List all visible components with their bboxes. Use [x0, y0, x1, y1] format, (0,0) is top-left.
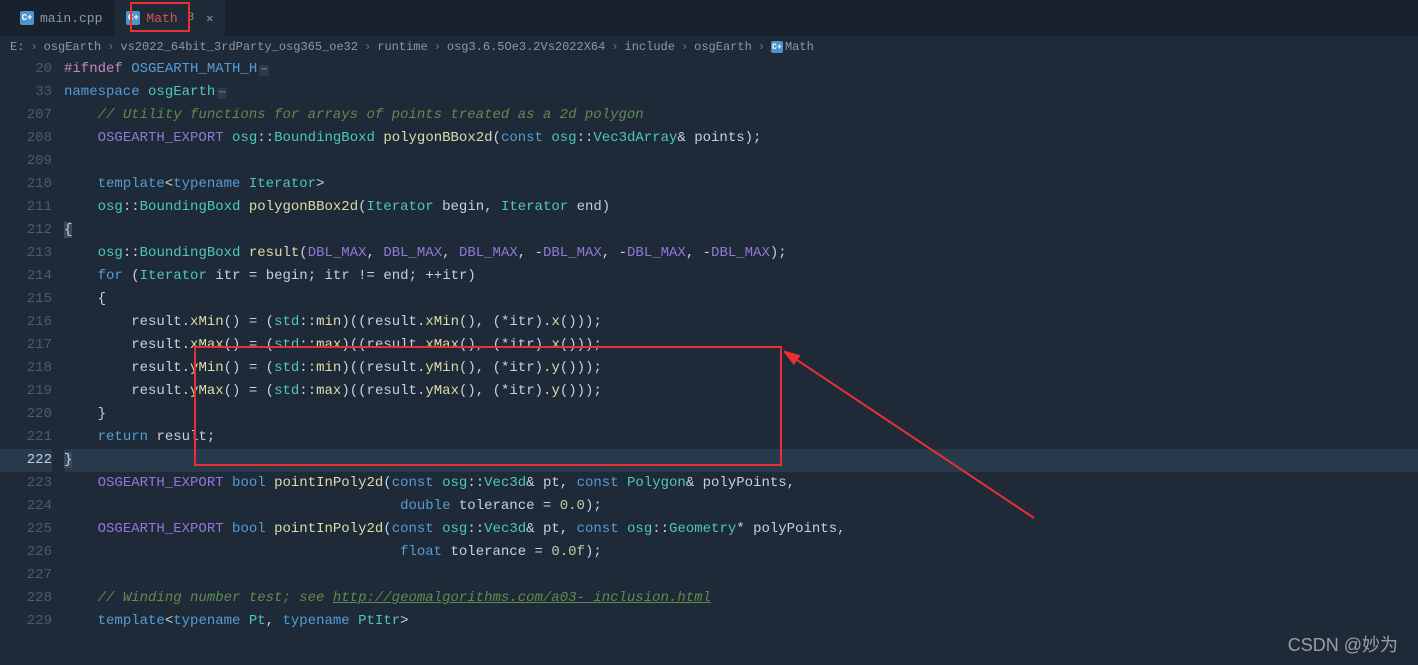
code-content[interactable]: #ifndef OSGEARTH_MATH_H⋯ namespace osgEa… [64, 58, 1418, 665]
line-number-gutter: 20 33 207 208 209 210 211 212 213 214 21… [0, 58, 64, 665]
breadcrumb: E:› osgEarth› vs2022_64bit_3rdParty_osg3… [0, 36, 1418, 58]
tab-main-cpp[interactable]: C+ main.cpp [8, 0, 114, 36]
fold-indicator[interactable]: ⋯ [259, 65, 269, 76]
code-editor[interactable]: 20 33 207 208 209 210 211 212 213 214 21… [0, 58, 1418, 665]
tab-label: main.cpp [40, 11, 102, 26]
crumb[interactable]: include [625, 40, 675, 54]
cpp-file-icon: C+ [126, 11, 140, 25]
watermark: CSDN @妙为 [1288, 631, 1398, 657]
tab-bar: C+ main.cpp C+ Math 3 ✕ [0, 0, 1418, 36]
crumb[interactable]: E: [10, 40, 24, 54]
crumb[interactable]: osgEarth [694, 40, 752, 54]
crumb[interactable]: osgEarth [44, 40, 102, 54]
fold-indicator[interactable]: ⋯ [217, 88, 227, 99]
tab-error-badge: 3 [188, 12, 195, 24]
tab-math[interactable]: C+ Math 3 ✕ [114, 0, 225, 36]
crumb[interactable]: osg3.6.5Oe3.2Vs2022X64 [447, 40, 605, 54]
crumb[interactable]: vs2022_64bit_3rdParty_osg365_oe32 [120, 40, 358, 54]
close-icon[interactable]: ✕ [206, 11, 213, 26]
crumb[interactable]: Math [785, 40, 814, 54]
tab-label: Math [146, 11, 177, 26]
cpp-file-icon: C+ [771, 41, 783, 53]
crumb[interactable]: runtime [377, 40, 427, 54]
cpp-file-icon: C+ [20, 11, 34, 25]
